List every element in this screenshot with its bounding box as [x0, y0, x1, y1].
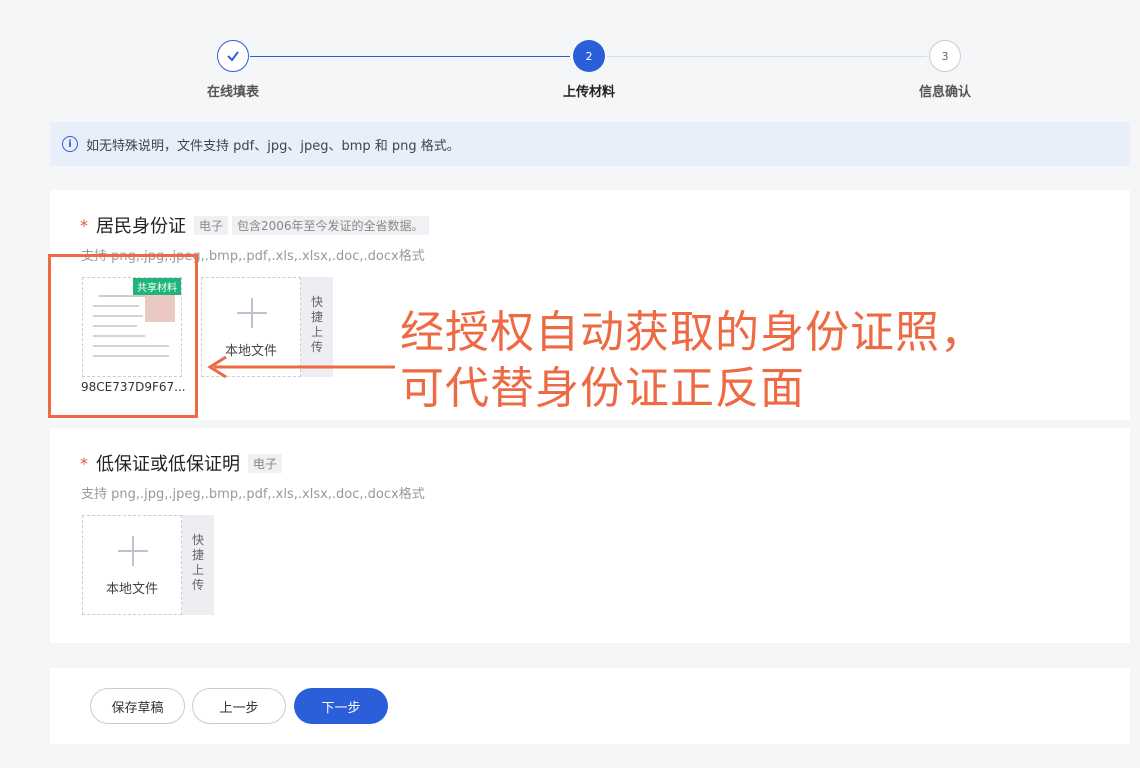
- quick-upload-button[interactable]: 快 捷 上 传: [182, 515, 214, 615]
- check-icon: [217, 40, 249, 72]
- section-title: * 居民身份证 电子 包含2006年至今发证的全省数据。: [80, 212, 429, 238]
- save-draft-button[interactable]: 保存草稿: [90, 688, 185, 724]
- info-banner: i 如无特殊说明，文件支持 pdf、jpg、jpeg、bmp 和 png 格式。: [50, 122, 1130, 166]
- quick-upload-char: 上: [191, 563, 204, 577]
- step-upload-materials[interactable]: 2 上传材料: [529, 40, 649, 100]
- step-label: 上传材料: [562, 85, 615, 100]
- required-mark: *: [80, 453, 88, 473]
- step-connector-1: [250, 56, 570, 57]
- annotation-highlight-box: [48, 254, 198, 418]
- local-upload-label: 本地文件: [105, 582, 158, 597]
- step-number: 2: [573, 40, 605, 72]
- step-confirm-info[interactable]: 3 信息确认: [885, 40, 1005, 100]
- prev-step-button[interactable]: 上一步: [192, 688, 286, 724]
- quick-upload-char: 传: [191, 578, 204, 592]
- low-income-cert-section: * 低保证或低保证明 电子 支持 png,.jpg,.jpeg,.bmp,.pd…: [50, 428, 1130, 643]
- required-mark: *: [80, 215, 88, 235]
- tag-note: 包含2006年至今发证的全省数据。: [232, 215, 429, 235]
- action-bar: 保存草稿 上一步 下一步: [50, 668, 1130, 744]
- quick-upload-char: 快: [310, 295, 323, 309]
- step-label: 在线填表: [206, 85, 259, 100]
- annotation-text: 经授权自动获取的身份证照， 可代替身份证正反面: [400, 305, 985, 417]
- electronic-tag: 电子: [248, 453, 283, 473]
- plus-icon: [237, 298, 267, 328]
- step-number: 3: [929, 40, 961, 72]
- electronic-tag: 电子: [194, 215, 229, 235]
- arrow-left-icon: [207, 355, 395, 379]
- plus-icon: [118, 536, 148, 566]
- step-fill-form[interactable]: 在线填表: [173, 40, 293, 100]
- annotation-line: 可代替身份证正反面: [400, 363, 805, 414]
- local-upload-button[interactable]: 本地文件: [82, 515, 182, 615]
- info-icon: i: [62, 136, 78, 152]
- section-title: * 低保证或低保证明 电子: [80, 450, 283, 476]
- step-connector-2: [607, 56, 927, 57]
- format-hint: 支持 png,.jpg,.jpeg,.bmp,.pdf,.xls,.xlsx,.…: [81, 487, 425, 502]
- quick-upload-char: 捷: [191, 548, 204, 562]
- step-label: 信息确认: [918, 85, 971, 100]
- annotation-line: 经授权自动获取的身份证照，: [400, 307, 985, 358]
- next-step-button[interactable]: 下一步: [294, 688, 388, 724]
- quick-upload-char: 捷: [310, 310, 323, 324]
- section-name: 低保证或低保证明: [96, 454, 240, 475]
- quick-upload-char: 上: [310, 325, 323, 339]
- info-banner-text: 如无特殊说明，文件支持 pdf、jpg、jpeg、bmp 和 png 格式。: [86, 138, 460, 154]
- progress-stepper: 在线填表 2 上传材料 3 信息确认: [0, 0, 1140, 115]
- section-name: 居民身份证: [96, 216, 186, 237]
- quick-upload-char: 快: [191, 533, 204, 547]
